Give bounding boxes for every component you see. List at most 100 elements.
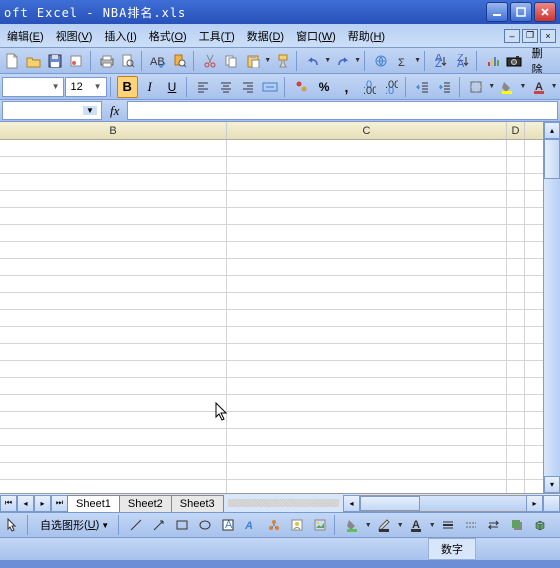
picture-button[interactable] <box>309 514 331 536</box>
cell[interactable] <box>227 225 507 241</box>
cell[interactable] <box>507 157 525 173</box>
format-painter-button[interactable] <box>272 50 292 72</box>
cell[interactable] <box>507 344 525 360</box>
table-row[interactable] <box>0 259 543 276</box>
cell[interactable] <box>227 140 507 156</box>
menu-e[interactable]: 编辑(E) <box>4 26 47 46</box>
autoshapes-menu[interactable]: 自选图形(U)▼ <box>34 515 115 535</box>
hyperlink-button[interactable] <box>371 50 391 72</box>
chart-button[interactable] <box>483 50 503 72</box>
tab-next-button[interactable]: ▸ <box>34 495 51 512</box>
table-row[interactable] <box>0 327 543 344</box>
cell[interactable] <box>227 480 507 493</box>
hscroll-track[interactable] <box>360 495 526 512</box>
tab-prev-button[interactable]: ◂ <box>17 495 34 512</box>
table-row[interactable] <box>0 191 543 208</box>
scroll-down-button[interactable]: ▾ <box>544 476 560 493</box>
cell[interactable] <box>227 463 507 479</box>
table-row[interactable] <box>0 293 543 310</box>
wordart-button[interactable]: A <box>240 514 262 536</box>
shadow-button[interactable] <box>506 514 528 536</box>
cell[interactable] <box>0 412 227 428</box>
cell[interactable] <box>227 174 507 190</box>
save-button[interactable] <box>45 50 65 72</box>
line-style-button[interactable] <box>437 514 459 536</box>
open-button[interactable] <box>23 50 43 72</box>
line-button[interactable] <box>125 514 147 536</box>
cell[interactable] <box>0 242 227 258</box>
table-row[interactable] <box>0 174 543 191</box>
merge-center-button[interactable] <box>260 76 281 98</box>
menu-w[interactable]: 窗口(W) <box>293 26 339 46</box>
cell[interactable] <box>507 174 525 190</box>
cell[interactable] <box>0 429 227 445</box>
font-color-draw-dropdown[interactable]: ▼ <box>428 514 436 536</box>
cell[interactable] <box>227 191 507 207</box>
textbox-button[interactable]: A <box>217 514 239 536</box>
tab-first-button[interactable]: ⏮ <box>0 495 17 512</box>
redo-dropdown[interactable]: ▼ <box>354 50 361 72</box>
cell[interactable] <box>0 395 227 411</box>
tab-sheet3[interactable]: Sheet3 <box>171 495 224 512</box>
cell[interactable] <box>507 412 525 428</box>
column-header-d[interactable]: D <box>507 122 525 139</box>
column-header-c[interactable]: C <box>227 122 507 139</box>
underline-button[interactable]: U <box>161 76 182 98</box>
tab-sheet2[interactable]: Sheet2 <box>119 495 172 512</box>
cell[interactable] <box>227 208 507 224</box>
doc-minimize-button[interactable]: ‒ <box>504 29 520 43</box>
cell[interactable] <box>507 225 525 241</box>
autosum-button[interactable]: Σ <box>393 50 413 72</box>
arrow-style-button[interactable] <box>483 514 505 536</box>
fill-color-draw-dropdown[interactable]: ▼ <box>364 514 372 536</box>
align-center-button[interactable] <box>215 76 236 98</box>
line-color-dropdown[interactable]: ▼ <box>396 514 404 536</box>
table-row[interactable] <box>0 463 543 480</box>
menu-t[interactable]: 工具(T) <box>196 26 238 46</box>
select-objects-button[interactable] <box>2 514 24 536</box>
cell[interactable] <box>0 446 227 462</box>
font-size-combo[interactable]: 12▼ <box>65 77 106 97</box>
cell[interactable] <box>0 140 227 156</box>
print-button[interactable] <box>96 50 116 72</box>
cell[interactable] <box>0 361 227 377</box>
cell[interactable] <box>507 293 525 309</box>
redo-button[interactable] <box>332 50 352 72</box>
italic-button[interactable]: I <box>139 76 160 98</box>
delete-button[interactable]: 删除 <box>526 48 558 74</box>
cell[interactable] <box>227 293 507 309</box>
bold-button[interactable]: B <box>117 76 138 98</box>
fill-color-draw-button[interactable] <box>341 514 363 536</box>
cell[interactable] <box>227 446 507 462</box>
table-row[interactable] <box>0 276 543 293</box>
sort-desc-button[interactable]: ZA <box>453 50 473 72</box>
name-box[interactable]: ▼ <box>2 101 102 120</box>
cell[interactable] <box>0 208 227 224</box>
line-color-button[interactable] <box>373 514 395 536</box>
table-row[interactable] <box>0 225 543 242</box>
oval-button[interactable] <box>194 514 216 536</box>
menu-i[interactable]: 插入(I) <box>101 26 139 46</box>
table-row[interactable] <box>0 378 543 395</box>
cell[interactable] <box>507 140 525 156</box>
table-row[interactable] <box>0 395 543 412</box>
autosum-dropdown[interactable]: ▼ <box>414 50 421 72</box>
undo-button[interactable] <box>303 50 323 72</box>
cell[interactable] <box>0 157 227 173</box>
camera-button[interactable] <box>504 50 524 72</box>
arrow-button[interactable] <box>148 514 170 536</box>
comma-button[interactable]: , <box>336 76 357 98</box>
fill-color-dropdown[interactable]: ▼ <box>519 76 527 98</box>
cell[interactable] <box>507 327 525 343</box>
table-row[interactable] <box>0 242 543 259</box>
print-preview-button[interactable] <box>118 50 138 72</box>
research-button[interactable] <box>170 50 190 72</box>
menu-o[interactable]: 格式(O) <box>146 26 190 46</box>
cell[interactable] <box>507 310 525 326</box>
menu-d[interactable]: 数据(D) <box>244 26 287 46</box>
permission-button[interactable] <box>66 50 86 72</box>
undo-dropdown[interactable]: ▼ <box>324 50 331 72</box>
currency-button[interactable] <box>291 76 312 98</box>
sort-asc-button[interactable]: AZ <box>431 50 451 72</box>
scroll-right-button[interactable]: ▸ <box>526 495 543 512</box>
